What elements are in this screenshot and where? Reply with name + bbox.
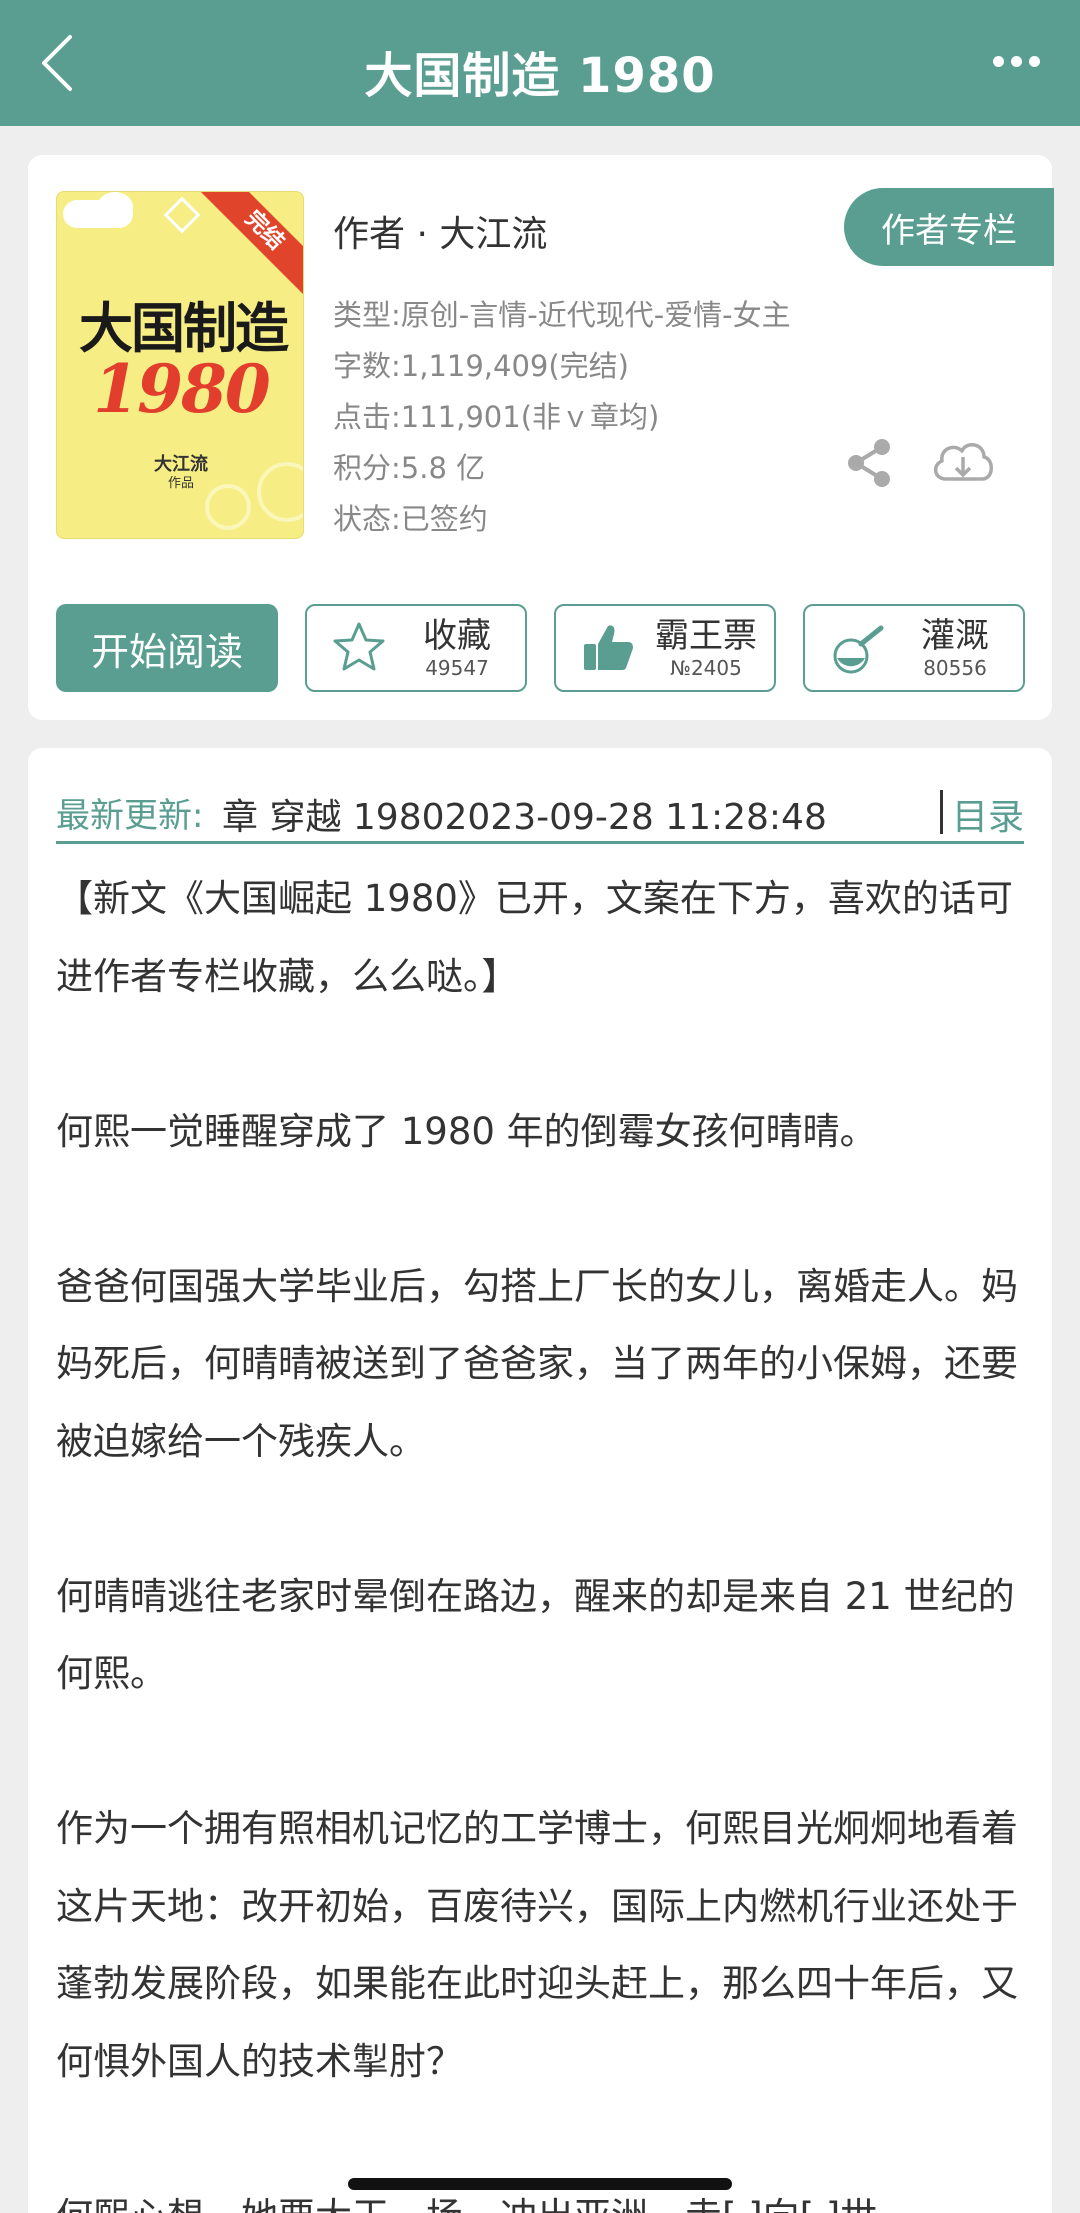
cover-sub: 作品: [167, 476, 194, 491]
water-label: 灌溉: [921, 616, 989, 656]
favorite-count: 49547: [425, 656, 489, 680]
meta-score: 积分:5.8 亿: [333, 451, 486, 485]
top-bar: 大国制造 1980: [0, 0, 1080, 126]
ticket-count: №2405: [670, 656, 742, 680]
author-column-button[interactable]: 作者专栏: [844, 188, 1054, 266]
latest-update-bar[interactable]: 最新更新: 章 穿越 19802023-09-28 11:28:48 目录: [56, 768, 1024, 844]
description-card: 最新更新: 章 穿越 19802023-09-28 11:28:48 目录 【新…: [28, 748, 1052, 2213]
home-indicator[interactable]: [348, 2178, 732, 2190]
intro-paragraph: 作为一个拥有照相机记忆的工学博士，何熙目光炯炯地看着这片天地：改开初始，百废待兴…: [56, 1807, 1018, 2083]
meta-type: 类型:原创-言情-近代现代-爱情-女主: [333, 298, 791, 332]
latest-update-text[interactable]: 章 穿越 19802023-09-28 11:28:48: [222, 788, 862, 840]
page-title: 大国制造 1980: [364, 48, 716, 104]
ticket-button[interactable]: 霸王票 №2405: [554, 604, 776, 692]
divider: [940, 790, 943, 834]
book-meta: 类型:原创-言情-近代现代-爱情-女主 字数:1,119,409(完结) 点击:…: [333, 290, 791, 545]
intro-paragraph: 何晴晴逃往老家时晕倒在路边，醒来的却是来自 21 世纪的何熙。: [56, 1574, 1015, 1696]
share-icon[interactable]: [842, 435, 898, 491]
more-icon[interactable]: [993, 56, 1040, 67]
meta-words: 字数:1,119,409(完结): [333, 349, 629, 383]
water-count: 80556: [923, 656, 987, 680]
intro-paragraph: [56, 1015, 1024, 1093]
book-cover[interactable]: 完结 大国制造 1980 大江流 作品: [56, 191, 304, 539]
water-button[interactable]: 灌溉 80556: [803, 604, 1025, 692]
intro-paragraph: 爸爸何国强大学毕业后，勾搭上厂长的女儿，离婚走人。妈妈死后，何晴晴被送到了爸爸家…: [56, 1264, 1018, 1463]
start-reading-button[interactable]: 开始阅读: [56, 604, 278, 692]
favorite-label: 收藏: [423, 616, 491, 656]
flask-icon: [833, 625, 884, 674]
ticket-label: 霸王票: [655, 616, 757, 656]
download-icon[interactable]: [928, 433, 998, 489]
author-name[interactable]: 作者 · 大江流: [333, 205, 547, 257]
intro-paragraph: [56, 1713, 1024, 1791]
latest-update-label: 最新更新:: [56, 796, 204, 836]
intro-paragraph: 何熙一觉睡醒穿成了 1980 年的倒霉女孩何晴晴。: [56, 1109, 877, 1153]
meta-clicks: 点击:111,901(非ｖ章均): [333, 400, 660, 434]
intro-paragraph: [56, 1170, 1024, 1248]
thumbs-up-icon: [584, 625, 633, 670]
book-info-card: 完结 大国制造 1980 大江流 作品 作者 · 大江流 作者专栏 类型:原创-…: [28, 155, 1054, 720]
completed-ribbon: 完结: [198, 192, 303, 297]
book-description: 【新文《大国崛起 1980》已开，文案在下方，喜欢的话可进作者专栏收藏，么么哒。…: [56, 860, 1024, 2213]
meta-status: 状态:已签约: [333, 502, 488, 536]
toc-link[interactable]: 目录: [952, 788, 1024, 840]
cover-year: 1980: [93, 350, 271, 428]
intro-paragraph: [56, 1480, 1024, 1558]
star-icon: [333, 622, 385, 671]
favorite-button[interactable]: 收藏 49547: [305, 604, 527, 692]
intro-paragraph: 【新文《大国崛起 1980》已开，文案在下方，喜欢的话可进作者专栏收藏，么么哒。…: [56, 877, 1013, 998]
intro-paragraph: [56, 2100, 1024, 2178]
